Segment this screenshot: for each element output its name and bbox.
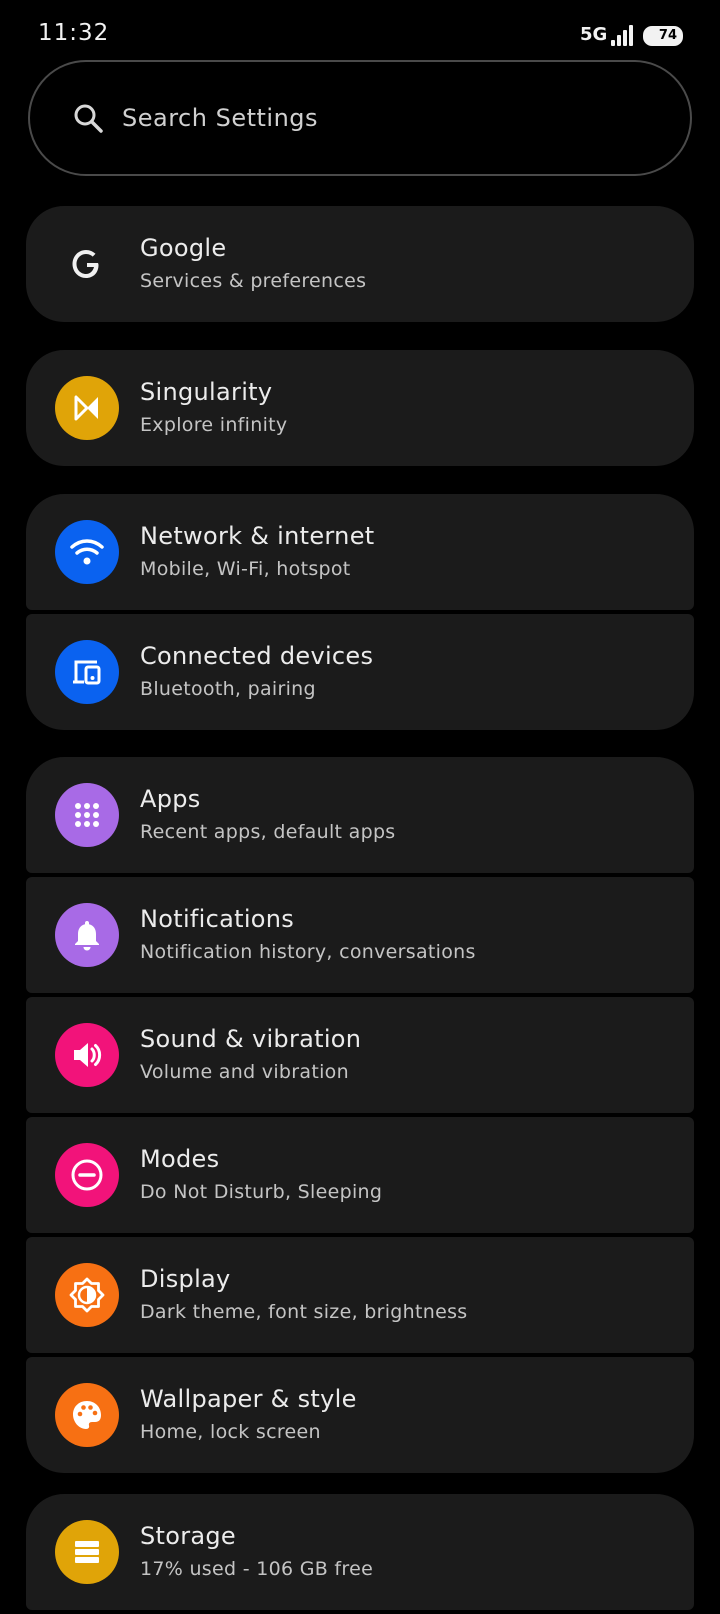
settings-item-modes[interactable]: Modes Do Not Disturb, Sleeping	[26, 1117, 694, 1233]
battery-icon: 74	[643, 26, 683, 46]
item-title: Modes	[140, 1145, 220, 1173]
status-bar: 11:32 5G 74	[0, 0, 720, 60]
item-subtitle: Home, lock screen	[140, 1421, 321, 1443]
settings-item-storage[interactable]: Storage 17% used - 106 GB free	[26, 1494, 694, 1610]
item-title: Network & internet	[140, 522, 375, 550]
item-subtitle: Mobile, Wi-Fi, hotspot	[140, 558, 351, 580]
group-device: Apps Recent apps, default apps Notificat…	[26, 757, 694, 1473]
item-title: Display	[140, 1265, 231, 1293]
settings-item-apps[interactable]: Apps Recent apps, default apps	[26, 757, 694, 873]
settings-item-wallpaper[interactable]: Wallpaper & style Home, lock screen	[26, 1357, 694, 1473]
item-subtitle: Notification history, conversations	[140, 941, 476, 963]
item-subtitle: Services & preferences	[140, 270, 367, 292]
settings-item-singularity[interactable]: Singularity Explore infinity	[26, 350, 694, 466]
item-subtitle: Bluetooth, pairing	[140, 678, 316, 700]
bell-icon	[55, 903, 119, 967]
wifi-icon	[55, 520, 119, 584]
item-title: Singularity	[140, 378, 273, 406]
group-storage: Storage 17% used - 106 GB free	[26, 1494, 694, 1614]
item-title: Connected devices	[140, 642, 374, 670]
item-subtitle: Dark theme, font size, brightness	[140, 1301, 468, 1323]
item-title: Wallpaper & style	[140, 1385, 357, 1413]
item-subtitle: 17% used - 106 GB free	[140, 1558, 374, 1580]
group-google: Google Services & preferences	[26, 206, 694, 322]
palette-icon	[55, 1383, 119, 1447]
group-connectivity: Network & internet Mobile, Wi-Fi, hotspo…	[26, 494, 694, 730]
item-subtitle: Recent apps, default apps	[140, 821, 396, 843]
signal-icon	[611, 24, 633, 46]
speaker-icon	[55, 1023, 119, 1087]
brightness-icon	[55, 1263, 119, 1327]
clock: 11:32	[38, 20, 110, 46]
group-singularity: Singularity Explore infinity	[26, 350, 694, 466]
settings-item-display[interactable]: Display Dark theme, font size, brightnes…	[26, 1237, 694, 1353]
item-subtitle: Volume and vibration	[140, 1061, 349, 1083]
battery-level: 74	[658, 28, 677, 43]
item-title: Storage	[140, 1522, 237, 1550]
devices-icon	[55, 640, 119, 704]
apps-grid-icon	[55, 783, 119, 847]
singularity-icon	[55, 376, 119, 440]
minus-circle-icon	[55, 1143, 119, 1207]
item-title: Apps	[140, 785, 201, 813]
settings-item-notifications[interactable]: Notifications Notification history, conv…	[26, 877, 694, 993]
settings-item-connected-devices[interactable]: Connected devices Bluetooth, pairing	[26, 614, 694, 730]
item-title: Sound & vibration	[140, 1025, 362, 1053]
item-subtitle: Do Not Disturb, Sleeping	[140, 1181, 383, 1203]
item-title: Notifications	[140, 905, 295, 933]
search-icon	[74, 104, 103, 133]
settings-item-network[interactable]: Network & internet Mobile, Wi-Fi, hotspo…	[26, 494, 694, 610]
item-title: Google	[140, 234, 227, 262]
item-subtitle: Explore infinity	[140, 414, 288, 436]
settings-item-sound[interactable]: Sound & vibration Volume and vibration	[26, 997, 694, 1113]
search-bar[interactable]: Search Settings	[28, 60, 692, 176]
settings-item-google[interactable]: Google Services & preferences	[26, 206, 694, 322]
storage-icon	[55, 1520, 119, 1584]
google-icon	[55, 232, 119, 296]
search-placeholder: Search Settings	[122, 104, 319, 132]
network-type: 5G	[580, 24, 608, 45]
